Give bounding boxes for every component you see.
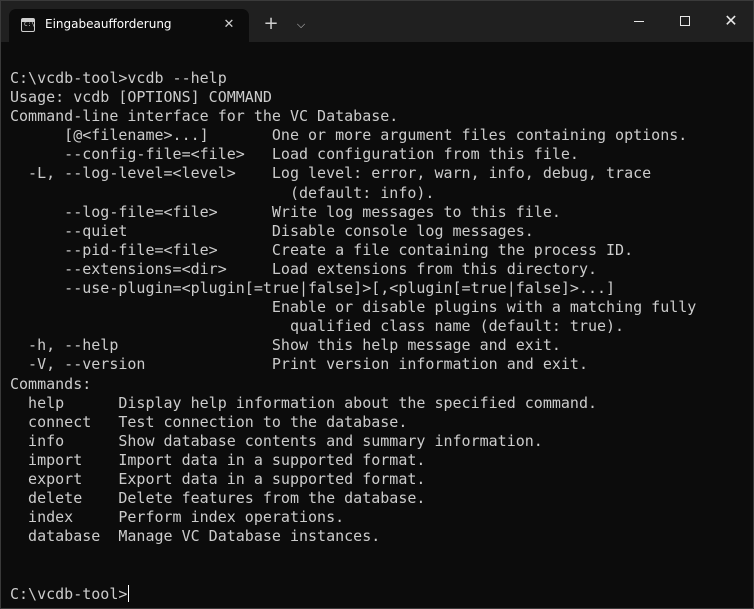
terminal-line: [@<filename>...] One or more argument fi… bbox=[10, 126, 688, 145]
terminal-line: --quiet Disable console log messages. bbox=[10, 221, 534, 240]
new-tab-button[interactable]: + bbox=[259, 13, 283, 37]
prompt: C:\vcdb-tool> bbox=[10, 584, 128, 603]
tab-close-icon[interactable]: ✕ bbox=[219, 15, 239, 35]
terminal-line: import Import data in a supported format… bbox=[10, 450, 426, 469]
chevron-down-icon[interactable]: ⌵ bbox=[289, 13, 313, 37]
terminal-line: qualified class name (default: true). bbox=[10, 317, 625, 336]
terminal-line: --pid-file=<file> Create a file containi… bbox=[10, 240, 634, 259]
terminal-line: export Export data in a supported format… bbox=[10, 469, 426, 488]
terminal-line: database Manage VC Database instances. bbox=[10, 527, 381, 546]
terminal-line: --use-plugin=<plugin[=true|false]>[,<plu… bbox=[10, 279, 616, 298]
command-prompt-icon: C:\ bbox=[21, 18, 35, 32]
close-button[interactable]: ✕ bbox=[708, 1, 754, 41]
terminal-line: Enable or disable plugins with a matchin… bbox=[10, 298, 697, 317]
maximize-button[interactable] bbox=[662, 1, 708, 41]
terminal-line: -L, --log-level=<level> Log level: error… bbox=[10, 164, 652, 183]
terminal-line: Commands: bbox=[10, 374, 92, 393]
close-icon: ✕ bbox=[724, 11, 738, 30]
terminal-line: help Display help information about the … bbox=[10, 393, 597, 412]
minimize-button[interactable] bbox=[616, 1, 662, 41]
maximize-icon bbox=[680, 16, 690, 26]
terminal-line: Usage: vcdb [OPTIONS] COMMAND bbox=[10, 88, 272, 107]
terminal-window: C:\ Eingabeaufforderung ✕ + ⌵ ✕ C:\vcdb-… bbox=[0, 0, 754, 609]
terminal-line: -V, --version Print version information … bbox=[10, 355, 588, 374]
terminal-line: Command-line interface for the VC Databa… bbox=[10, 107, 399, 126]
tab-title: Eingabeaufforderung bbox=[45, 17, 172, 31]
terminal-line: delete Delete features from the database… bbox=[10, 489, 426, 508]
terminal-line: --config-file=<file> Load configuration … bbox=[10, 145, 579, 164]
title-bar[interactable]: C:\ Eingabeaufforderung ✕ + ⌵ ✕ bbox=[1, 1, 753, 42]
terminal-line: (default: info). bbox=[10, 183, 435, 202]
text-cursor bbox=[128, 584, 130, 602]
terminal-line: --extensions=<dir> Load extensions from … bbox=[10, 259, 597, 278]
terminal-line: index Perform index operations. bbox=[10, 508, 345, 527]
tab-command-prompt[interactable]: C:\ Eingabeaufforderung ✕ bbox=[9, 9, 249, 42]
minimize-icon bbox=[634, 21, 644, 22]
terminal-line: -h, --help Show this help message and ex… bbox=[10, 336, 561, 355]
terminal-output-lines: C:\vcdb-tool>vcdb --help Usage: vcdb [OP… bbox=[10, 69, 696, 545]
terminal-line: C:\vcdb-tool>vcdb --help bbox=[10, 69, 227, 87]
terminal-line: --log-file=<file> Write log messages to … bbox=[10, 202, 561, 221]
terminal-output[interactable]: C:\vcdb-tool>vcdb --help Usage: vcdb [OP… bbox=[10, 69, 745, 608]
terminal-line: connect Test connection to the database. bbox=[10, 412, 408, 431]
terminal-line: info Show database contents and summary … bbox=[10, 431, 543, 450]
